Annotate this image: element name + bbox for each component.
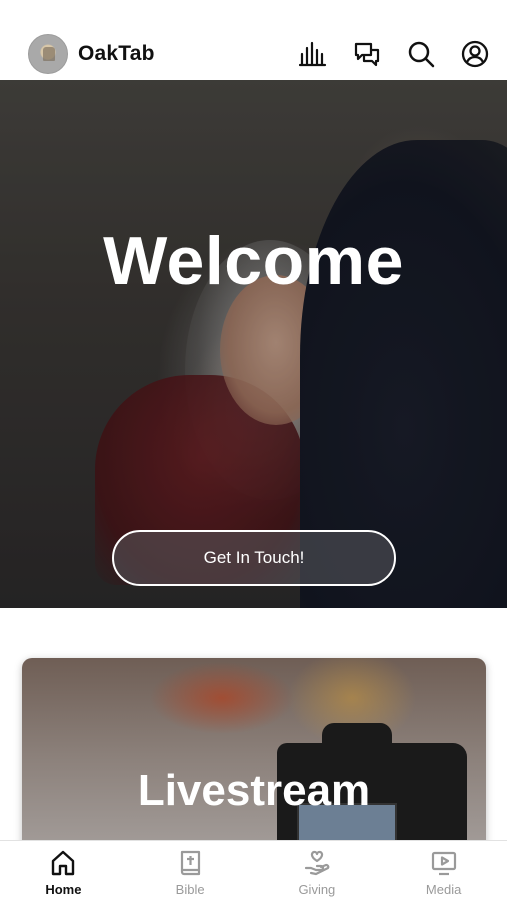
hero-overlay — [0, 80, 507, 608]
tab-media-label: Media — [425, 882, 462, 897]
search-icon[interactable] — [405, 38, 437, 70]
tab-bible-label: Bible — [175, 882, 205, 897]
header-actions — [297, 38, 491, 70]
tab-giving-label: Giving — [298, 882, 336, 897]
chat-icon[interactable] — [351, 38, 383, 70]
get-in-touch-button[interactable]: Get In Touch! — [112, 530, 396, 586]
giving-icon — [304, 850, 330, 876]
bible-icon — [181, 850, 201, 876]
tab-home-label: Home — [45, 882, 82, 897]
church-logo-avatar[interactable] — [28, 34, 68, 74]
livestream-card[interactable]: Livestream — [22, 658, 486, 858]
tab-bible[interactable]: Bible — [127, 841, 254, 900]
bottom-tab-bar: Home Bible Giving Media — [0, 840, 507, 900]
home-icon — [52, 850, 75, 876]
audio-bars-icon[interactable] — [297, 38, 329, 70]
livestream-title: Livestream — [137, 766, 371, 815]
tab-giving[interactable]: Giving — [254, 841, 381, 900]
tab-media[interactable]: Media — [380, 841, 507, 900]
hero-title: Welcome — [103, 223, 404, 299]
account-icon[interactable] — [459, 38, 491, 70]
media-icon — [431, 851, 456, 876]
app-header: OakTab — [0, 28, 507, 80]
app-name: OakTab — [78, 42, 155, 65]
tab-home[interactable]: Home — [0, 841, 127, 900]
hero-carousel[interactable]: Welcome Get In Touch! — [0, 80, 507, 608]
